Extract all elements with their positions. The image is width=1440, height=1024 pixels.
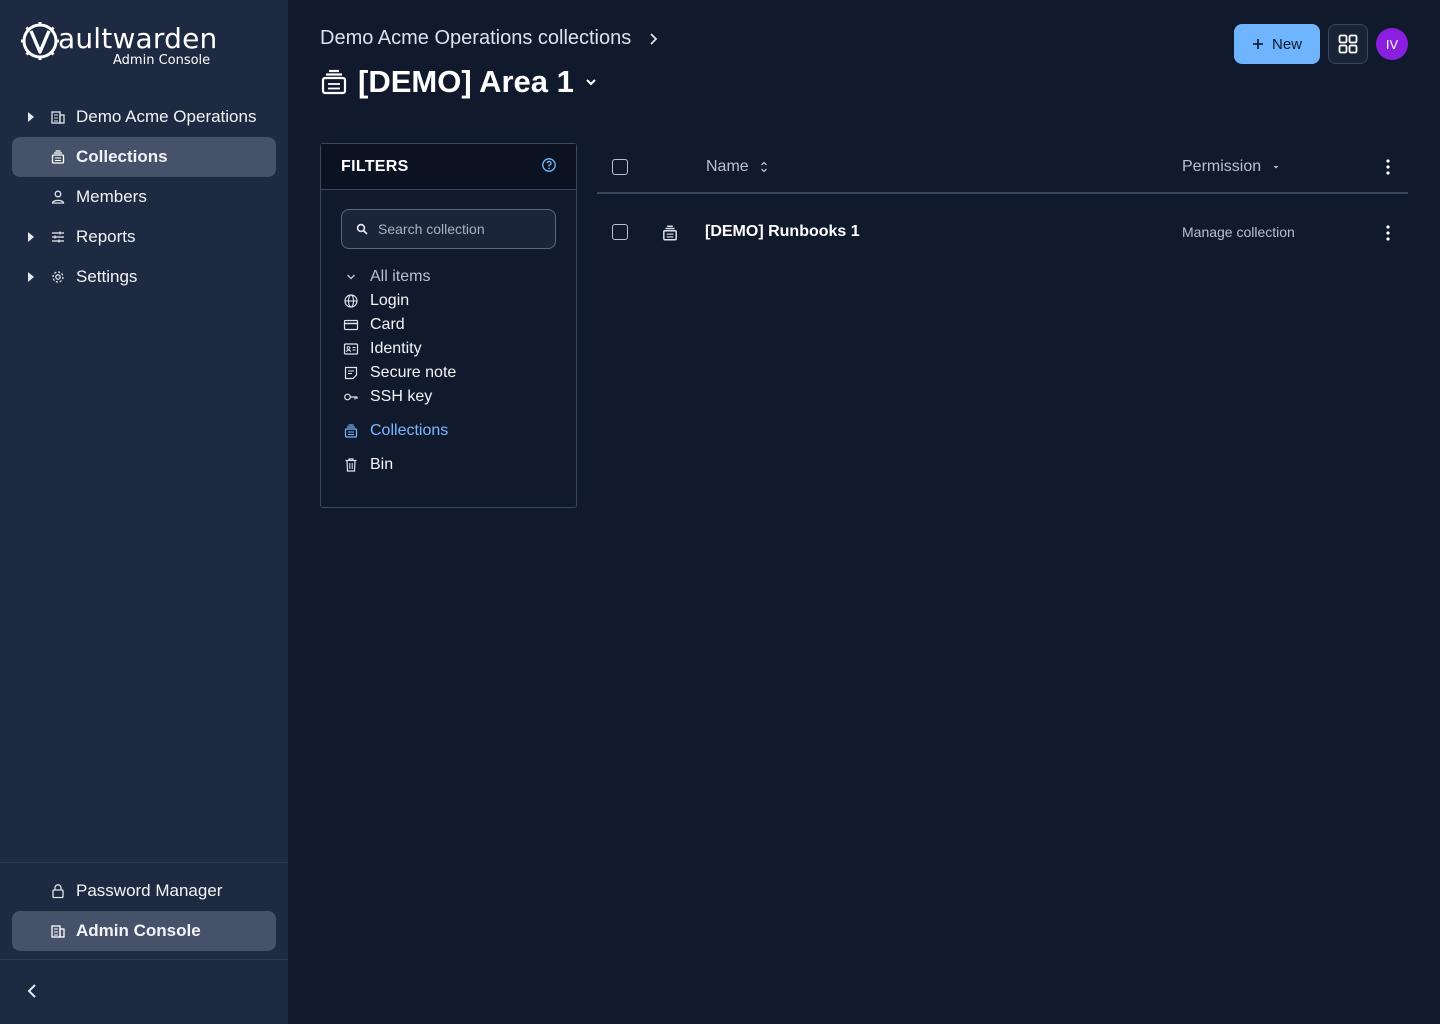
filter-label: Identity — [370, 340, 422, 357]
chevron-right-icon — [650, 32, 658, 45]
filter-ssh-key[interactable]: SSH key — [343, 386, 432, 408]
lock-icon — [52, 884, 64, 899]
caret-right-icon[interactable] — [28, 272, 34, 282]
filter-label: Collections — [370, 422, 449, 439]
sidebar-divider — [0, 959, 288, 960]
id-card-icon — [343, 343, 359, 355]
select-all-checkbox[interactable] — [612, 159, 628, 175]
sidebar-item-label: Settings — [76, 267, 138, 286]
collection-icon — [344, 424, 358, 438]
collection-name-link[interactable]: [DEMO] Runbooks 1 — [705, 223, 860, 241]
brand-name: aultwarden — [58, 22, 218, 55]
plus-icon — [1252, 39, 1263, 49]
building-icon — [51, 111, 65, 124]
sidebar-item-demo-acme-operations[interactable]: Demo Acme Operations — [12, 97, 276, 137]
help-icon[interactable] — [541, 157, 557, 173]
trash-icon — [345, 458, 357, 472]
sidebar-divider — [0, 862, 288, 863]
user-icon — [51, 190, 65, 204]
caret-right-icon[interactable] — [28, 112, 34, 122]
column-header-label: Permission — [1182, 158, 1262, 175]
key-icon — [344, 393, 358, 401]
vaultwarden-logo[interactable]: aultwarden Admin Console — [20, 18, 240, 70]
permission-value: Manage collection — [1182, 224, 1295, 240]
chevron-down-icon[interactable] — [584, 77, 598, 87]
gear-icon — [52, 271, 64, 283]
brand-subtitle: Admin Console — [113, 53, 211, 68]
page-title-text: [DEMO] Area 1 — [358, 64, 574, 99]
filter-label: Login — [370, 292, 410, 309]
filters-panel: FILTERS All items Login Card — [320, 143, 577, 508]
sort-icon — [760, 161, 767, 173]
filters-title: FILTERS — [341, 158, 409, 175]
avatar[interactable]: IV — [1376, 28, 1408, 60]
sidebar-item-password-manager[interactable]: Password Manager — [12, 871, 276, 911]
sidebar-item-label: Demo Acme Operations — [76, 107, 257, 126]
filter-bin[interactable]: Bin — [343, 454, 393, 476]
vaultwarden-logo-icon — [21, 22, 59, 60]
more-options-icon[interactable] — [1380, 224, 1396, 242]
breadcrumb: Demo Acme Operations collections — [320, 27, 659, 50]
filters-header: FILTERS — [321, 144, 576, 190]
sidebar-item-settings[interactable]: Settings — [12, 257, 276, 297]
credit-card-icon — [343, 319, 359, 331]
filter-collections[interactable]: Collections — [343, 420, 448, 442]
caret-right-icon[interactable] — [28, 232, 34, 242]
collection-icon — [51, 150, 65, 164]
filter-label: Bin — [370, 456, 394, 473]
chevron-down-icon[interactable] — [343, 269, 359, 285]
sidebar-item-admin-console[interactable]: Admin Console — [12, 911, 276, 951]
filter-all-items[interactable]: All items — [343, 266, 430, 288]
more-options-icon[interactable] — [1380, 158, 1396, 176]
breadcrumb-link[interactable]: Demo Acme Operations collections — [320, 27, 631, 50]
sidebar-item-label: Collections — [76, 147, 168, 166]
sidebar-item-members[interactable]: Members — [12, 177, 276, 217]
building-icon — [51, 925, 65, 938]
filter-secure-note[interactable]: Secure note — [343, 362, 456, 384]
sliders-icon — [52, 231, 64, 243]
sidebar-item-label: Password Manager — [76, 881, 223, 900]
filter-login[interactable]: Login — [343, 290, 409, 312]
product-switcher-button[interactable] — [1328, 24, 1368, 64]
column-header-label: Name — [706, 158, 749, 175]
row-checkbox[interactable] — [612, 224, 628, 240]
filter-label: All items — [370, 268, 431, 285]
table-header: Name Permission — [597, 143, 1408, 194]
sidebar-item-collections[interactable]: Collections — [12, 137, 276, 177]
collection-icon — [663, 225, 677, 241]
filter-label: Secure note — [370, 364, 457, 381]
sidebar-item-label: Reports — [76, 227, 136, 246]
search-input[interactable] — [378, 221, 548, 237]
new-button[interactable]: New — [1234, 24, 1320, 64]
sidebar-item-reports[interactable]: Reports — [12, 217, 276, 257]
sidebar: aultwarden Admin Console Demo Acme Opera… — [0, 0, 288, 1024]
table-row[interactable]: [DEMO] Runbooks 1 Manage collection — [597, 211, 1408, 255]
sidebar-item-label: Admin Console — [76, 921, 201, 940]
filter-card[interactable]: Card — [343, 314, 405, 336]
search-icon — [356, 223, 368, 235]
sidebar-item-label: Members — [76, 187, 147, 206]
filter-label: Card — [370, 316, 405, 333]
column-header-name[interactable]: Name — [706, 158, 769, 176]
caret-down-icon — [1273, 166, 1279, 169]
filter-label: SSH key — [370, 388, 433, 405]
grid-icon — [1338, 34, 1358, 54]
globe-icon — [344, 294, 358, 308]
note-icon — [344, 366, 358, 380]
collapse-sidebar-icon[interactable] — [22, 980, 42, 1002]
new-button-label: New — [1271, 35, 1302, 53]
page-title[interactable]: [DEMO] Area 1 — [320, 64, 598, 100]
collection-icon — [321, 69, 347, 95]
filter-identity[interactable]: Identity — [343, 338, 422, 360]
column-header-permission[interactable]: Permission — [1182, 158, 1281, 176]
search-collection-field[interactable] — [341, 209, 556, 249]
